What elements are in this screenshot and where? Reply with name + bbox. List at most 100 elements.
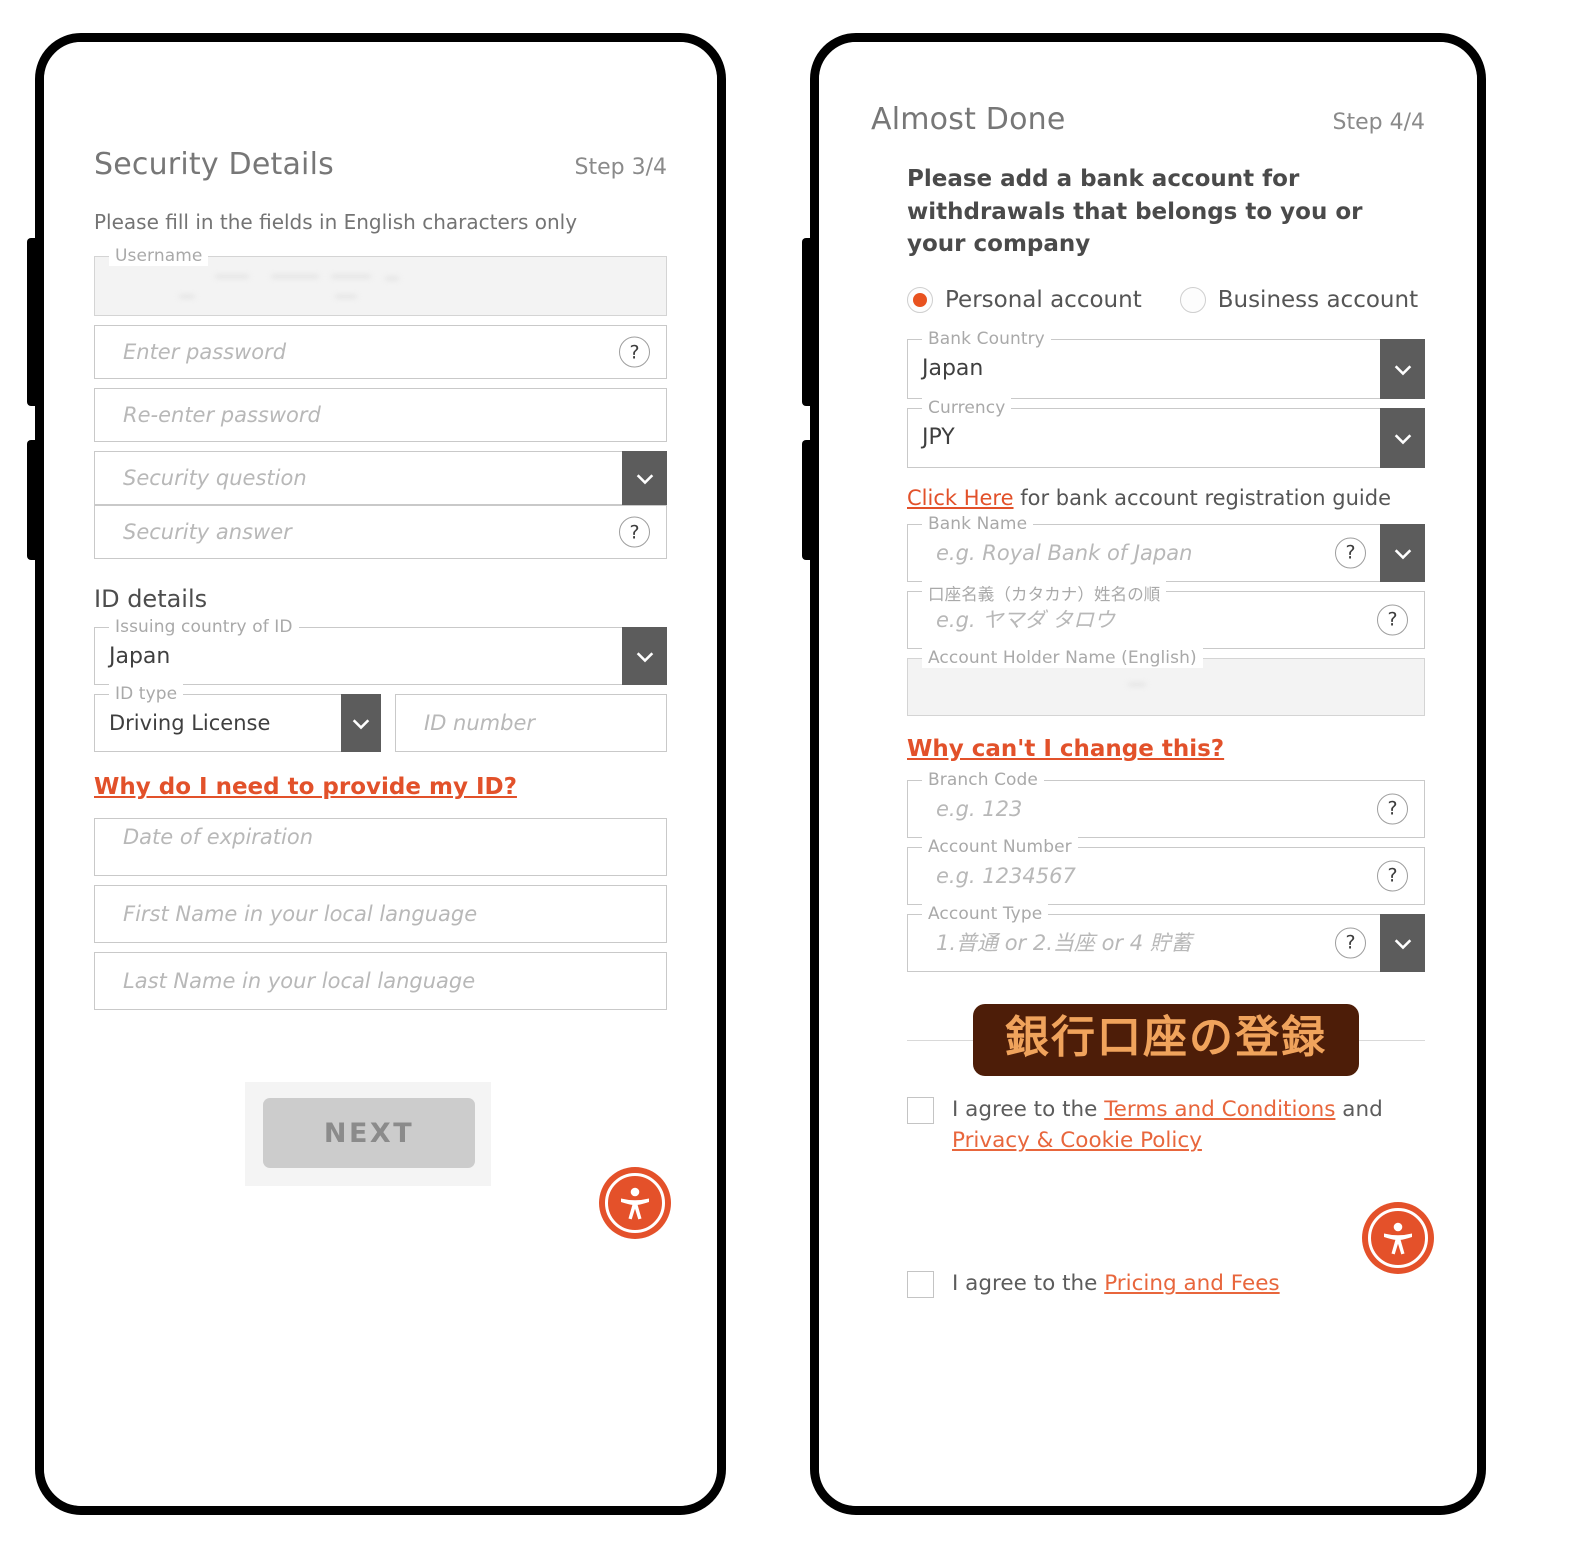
accessibility-person-glyph: [621, 1187, 649, 1220]
pricing-prefix: I agree to the: [952, 1271, 1105, 1297]
page-header-left: Security Details Step 3/4: [94, 147, 667, 182]
katakana-name-placeholder: e.g. ヤマダ タロウ: [936, 607, 1115, 632]
id-type-label: ID type: [109, 684, 184, 704]
issuing-country-value: Japan: [109, 643, 171, 669]
branch-code-field[interactable]: Branch Code e.g. 123 ?: [907, 769, 1425, 838]
help-icon[interactable]: ?: [1335, 927, 1366, 959]
account-number-placeholder: e.g. 1234567: [936, 863, 1076, 888]
screen-right: Almost Done Step 4/4 Please add a bank a…: [819, 42, 1477, 1506]
next-button[interactable]: NEXT: [263, 1098, 475, 1168]
page-title: Security Details: [94, 147, 334, 182]
help-icon[interactable]: ?: [1335, 537, 1366, 569]
expiration-date-placeholder: Date of expiration: [123, 825, 314, 849]
issuing-country-select[interactable]: Issuing country of ID Japan: [94, 617, 667, 685]
password-field[interactable]: Enter password ?: [94, 325, 667, 379]
help-icon[interactable]: ?: [1377, 604, 1408, 636]
phone-side-button-power[interactable]: [27, 440, 36, 560]
help-icon[interactable]: ?: [1377, 860, 1408, 892]
id-number-placeholder: ID number: [424, 710, 535, 735]
security-answer-placeholder: Security answer: [123, 519, 292, 544]
branch-code-placeholder: e.g. 123: [936, 796, 1023, 821]
chevron-down-icon[interactable]: [622, 627, 667, 685]
first-name-local-field[interactable]: First Name in your local language: [94, 885, 667, 943]
bank-country-select[interactable]: Bank Country Japan: [907, 328, 1425, 399]
pricing-agreement-checkbox[interactable]: [907, 1271, 934, 1299]
security-answer-field[interactable]: Security answer ?: [94, 505, 667, 559]
chevron-down-icon[interactable]: [1380, 913, 1425, 972]
pricing-agreement-row: I agree to the Pricing and Fees: [907, 1268, 1425, 1299]
bank-name-placeholder: e.g. Royal Bank of Japan: [936, 540, 1193, 565]
chevron-down-icon[interactable]: [1380, 338, 1425, 399]
page-header-right: Almost Done Step 4/4: [871, 102, 1425, 137]
terms-prefix: I agree to the: [952, 1096, 1105, 1122]
bank-country-label: Bank Country: [922, 328, 1051, 349]
accessibility-icon[interactable]: [1362, 1202, 1434, 1274]
bank-country-value: Japan: [922, 356, 984, 382]
help-icon[interactable]: ?: [1377, 793, 1408, 825]
id-type-value: Driving License: [109, 711, 271, 735]
chevron-down-icon[interactable]: [1380, 407, 1425, 468]
terms-agreement-row: I agree to the Terms and Conditions and …: [907, 1094, 1425, 1156]
why-cant-i-change-link[interactable]: Why can't I change this?: [907, 736, 1224, 762]
chevron-down-icon[interactable]: [341, 694, 381, 752]
accessibility-icon[interactable]: [599, 1167, 671, 1239]
last-name-local-field[interactable]: Last Name in your local language: [94, 952, 667, 1010]
chevron-down-icon[interactable]: [1380, 523, 1425, 582]
id-type-row: ID type Driving License ID number: [94, 684, 667, 752]
katakana-name-label: 口座名義（カタカナ）姓名の順: [922, 580, 1167, 605]
phone-side-button-power[interactable]: [802, 440, 811, 560]
account-number-field[interactable]: Account Number e.g. 1234567 ?: [907, 836, 1425, 905]
expiration-date-field[interactable]: Date of expiration: [94, 818, 667, 876]
account-type-label: Account Type: [922, 903, 1049, 924]
first-name-placeholder: First Name in your local language: [123, 901, 478, 926]
username-redacted-value: [135, 267, 646, 309]
next-button-area: NEXT: [94, 1074, 667, 1194]
click-here-link[interactable]: Click Here: [907, 486, 1014, 510]
radio-personal-account[interactable]: [907, 286, 933, 313]
chevron-down-icon[interactable]: [622, 451, 667, 505]
radio-business-account-label: Business account: [1217, 286, 1419, 313]
help-icon[interactable]: ?: [619, 516, 650, 548]
radio-business-account[interactable]: [1179, 286, 1206, 313]
register-bank-account-button[interactable]: 銀行口座の登録: [973, 1004, 1359, 1076]
password-confirm-field[interactable]: Re-enter password: [94, 388, 667, 442]
security-question-placeholder: Security question: [123, 465, 307, 490]
terms-agreement-text: I agree to the Terms and Conditions and …: [952, 1094, 1412, 1156]
password-placeholder: Enter password: [123, 339, 287, 364]
pricing-agreement-text: I agree to the Pricing and Fees: [952, 1268, 1280, 1299]
katakana-name-field[interactable]: 口座名義（カタカナ）姓名の順 e.g. ヤマダ タロウ ?: [907, 580, 1425, 649]
why-provide-id-link[interactable]: Why do I need to provide my ID?: [94, 774, 517, 800]
id-type-select[interactable]: ID type Driving License: [94, 684, 381, 752]
page-title: Almost Done: [871, 102, 1066, 137]
step-indicator: Step 4/4: [1332, 110, 1426, 135]
bank-name-field[interactable]: Bank Name e.g. Royal Bank of Japan ?: [907, 513, 1425, 582]
accessibility-person-glyph: [1384, 1222, 1412, 1255]
password-confirm-placeholder: Re-enter password: [123, 402, 321, 427]
terms-middle: and: [1335, 1096, 1383, 1122]
security-question-select[interactable]: Security question: [94, 451, 667, 505]
last-name-placeholder: Last Name in your local language: [123, 968, 476, 993]
currency-value: JPY: [922, 425, 955, 451]
currency-label: Currency: [922, 397, 1012, 418]
radio-personal-account-label: Personal account: [945, 286, 1142, 313]
terms-and-conditions-link[interactable]: Terms and Conditions: [1104, 1097, 1335, 1122]
step-indicator: Step 3/4: [574, 155, 668, 180]
account-holder-redacted-value: [948, 669, 1404, 709]
phone-side-button-volume[interactable]: [27, 238, 36, 406]
account-type-select[interactable]: Account Type 1.普通 or 2.当座 or 4 貯蓄 ?: [907, 903, 1425, 972]
currency-select[interactable]: Currency JPY: [907, 397, 1425, 468]
terms-agreement-checkbox[interactable]: [907, 1096, 934, 1124]
id-number-field[interactable]: ID number: [395, 694, 667, 752]
phone-mockup-left: Security Details Step 3/4 Please fill in…: [27, 33, 726, 1515]
privacy-cookie-policy-link[interactable]: Privacy & Cookie Policy: [952, 1128, 1202, 1153]
phone-side-button-volume[interactable]: [802, 238, 811, 406]
phone-mockup-right: Almost Done Step 4/4 Please add a bank a…: [802, 33, 1486, 1515]
account-holder-name-label: Account Holder Name (English): [922, 647, 1203, 668]
radio-selected-dot: [913, 292, 927, 307]
branch-code-label: Branch Code: [922, 769, 1044, 790]
account-type-radio-group: Personal account Business account: [907, 286, 1425, 313]
pricing-and-fees-link[interactable]: Pricing and Fees: [1104, 1271, 1279, 1296]
help-icon[interactable]: ?: [619, 336, 650, 368]
registration-guide-text: for bank account registration guide: [1013, 485, 1391, 510]
account-holder-name-field: Account Holder Name (English): [907, 647, 1425, 716]
